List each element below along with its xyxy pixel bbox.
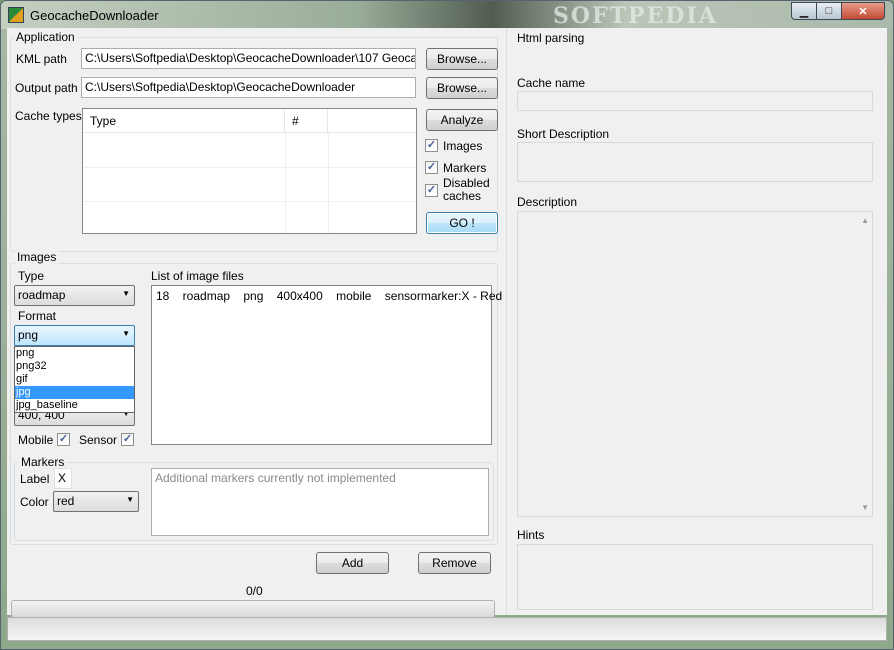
title-bar[interactable]: GeocacheDownloader SOFTPEDIA ▁ □ ✕ [1, 1, 893, 29]
close-icon: ✕ [858, 5, 868, 18]
image-format-label: Format [18, 309, 57, 323]
image-format-select[interactable]: png ▼ [14, 325, 135, 346]
image-type-label: Type [18, 269, 45, 283]
image-format-dropdown: png png32 gif jpg jpg_baseline [14, 346, 135, 413]
image-type-value: roadmap [18, 288, 66, 302]
output-path-label: Output path [15, 81, 78, 95]
kml-path-input[interactable]: C:\Users\Softpedia\Desktop\GeocacheDownl… [81, 48, 416, 69]
hints-field[interactable] [517, 544, 873, 610]
scroll-up-icon[interactable]: ▲ [861, 216, 869, 225]
grid-line [83, 167, 416, 168]
cache-name-field[interactable] [517, 91, 873, 111]
cache-types-label: Cache types [15, 109, 82, 123]
go-button[interactable]: GO ! [426, 212, 498, 234]
format-option[interactable]: jpg_baseline [15, 399, 134, 412]
image-files-list[interactable]: 18 roadmap png 400x400 mobile sensormark… [151, 285, 502, 445]
client-area: Application KML path C:\Users\Softpedia\… [7, 28, 887, 618]
output-browse-button[interactable]: Browse... [426, 77, 498, 99]
kml-browse-button[interactable]: Browse... [426, 48, 498, 70]
format-option-selected[interactable]: jpg [15, 386, 134, 399]
description-label: Description [517, 195, 578, 209]
html-parsing-title: Html parsing [517, 31, 585, 45]
application-group-title: Application [14, 30, 77, 44]
marker-color-label: Color [20, 495, 49, 509]
column-header-count[interactable]: # [285, 109, 328, 133]
remove-button[interactable]: Remove [418, 552, 491, 574]
close-button[interactable]: ✕ [841, 2, 885, 20]
add-button[interactable]: Add [316, 552, 389, 574]
panel-divider[interactable] [506, 28, 507, 615]
additional-markers-textbox[interactable]: Additional markers currently not impleme… [151, 468, 489, 536]
maximize-button[interactable]: □ [816, 2, 842, 20]
format-option[interactable]: png [15, 347, 134, 360]
list-item[interactable]: 18 roadmap png 400x400 mobile sensormark… [156, 289, 502, 303]
minimize-button[interactable]: ▁ [791, 2, 817, 20]
sensor-label: Sensor [79, 433, 118, 447]
sensor-checkbox[interactable]: ✓ [121, 433, 134, 446]
minimize-icon: ▁ [799, 5, 809, 18]
kml-path-label: KML path [16, 52, 67, 66]
caption-buttons: ▁ □ ✕ [791, 2, 885, 20]
maximize-icon: □ [825, 5, 833, 17]
chevron-down-icon: ▼ [126, 495, 134, 504]
image-files-label: List of image files [151, 269, 244, 283]
softpedia-watermark: SOFTPEDIA [553, 3, 718, 29]
images-checkbox-label: Images [443, 139, 483, 153]
grid-line [328, 133, 329, 233]
scroll-down-icon[interactable]: ▼ [861, 503, 869, 512]
analyze-button[interactable]: Analyze [426, 109, 498, 131]
progress-bar [11, 600, 495, 618]
format-option[interactable]: png32 [15, 360, 134, 373]
marker-label-input[interactable]: X [54, 468, 72, 489]
cache-types-list[interactable]: Type # [82, 108, 417, 234]
grid-line [285, 133, 286, 233]
markers-checkbox-label: Markers [443, 161, 487, 175]
window-title: GeocacheDownloader [30, 8, 159, 23]
image-type-select[interactable]: roadmap ▼ [14, 285, 135, 306]
disabled-caches-checkbox[interactable]: ✓ [425, 184, 438, 197]
mobile-label: Mobile [18, 433, 54, 447]
marker-color-select[interactable]: red ▼ [53, 491, 139, 512]
chevron-down-icon: ▼ [122, 329, 130, 338]
images-checkbox[interactable]: ✓ [425, 139, 438, 152]
marker-color-value: red [57, 494, 75, 508]
short-description-field[interactable] [517, 142, 873, 182]
image-format-value: png [18, 328, 39, 342]
hints-label: Hints [517, 528, 545, 542]
markers-checkbox[interactable]: ✓ [425, 161, 438, 174]
app-icon [8, 7, 24, 23]
format-option[interactable]: gif [15, 373, 134, 386]
grid-line [83, 201, 416, 202]
cache-types-header: Type # [83, 109, 416, 133]
description-field[interactable]: ▲ ▼ [517, 211, 873, 517]
progress-text: 0/0 [246, 584, 263, 598]
chevron-down-icon: ▼ [122, 289, 130, 298]
mobile-checkbox[interactable]: ✓ [57, 433, 70, 446]
output-path-input[interactable]: C:\Users\Softpedia\Desktop\GeocacheDownl… [81, 77, 416, 98]
column-header-type[interactable]: Type [83, 109, 285, 133]
disabled-caches-checkbox-label: Disabled caches [443, 176, 490, 203]
cache-name-label: Cache name [517, 76, 586, 90]
images-group-title: Images [15, 250, 59, 264]
status-bar [7, 617, 887, 641]
short-description-label: Short Description [517, 127, 610, 141]
markers-group-title: Markers [19, 455, 67, 469]
marker-label-label: Label [20, 472, 50, 486]
